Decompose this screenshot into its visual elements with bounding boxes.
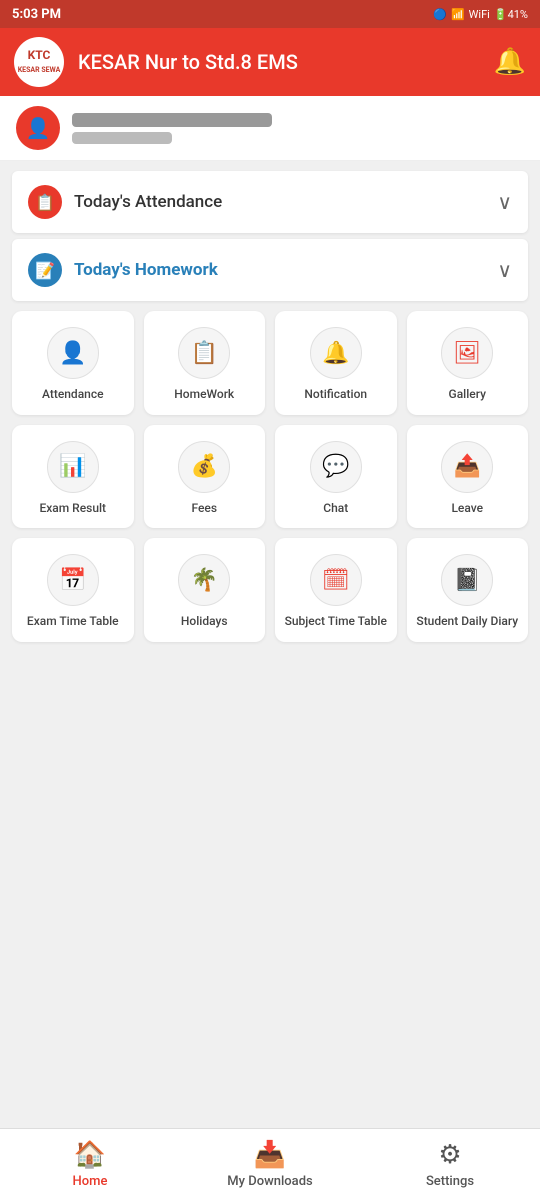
status-time: 5:03 PM bbox=[12, 7, 61, 22]
homework-chevron-icon: ∨ bbox=[497, 258, 512, 282]
nav-downloads[interactable]: 📥 My Downloads bbox=[180, 1129, 360, 1200]
bluetooth-icon: 🔵 bbox=[433, 8, 447, 21]
fees-icon: 💰 bbox=[178, 441, 230, 493]
grid-item-fees[interactable]: 💰 Fees bbox=[144, 425, 266, 529]
nav-home[interactable]: 🏠 Home bbox=[0, 1129, 180, 1200]
grid-item-chat[interactable]: 💬 Chat bbox=[275, 425, 397, 529]
chat-icon: 💬 bbox=[310, 441, 362, 493]
homework-label: Today's Homework bbox=[74, 260, 218, 280]
settings-icon: ⚙ bbox=[438, 1140, 461, 1170]
header-title: KESAR Nur to Std.8 EMS bbox=[78, 50, 494, 74]
leave-icon: 📤 bbox=[441, 441, 493, 493]
home-icon: 🏠 bbox=[74, 1140, 106, 1170]
nav-home-label: Home bbox=[73, 1174, 108, 1189]
exam-result-label: Exam Result bbox=[39, 501, 106, 517]
logo-line2: KESAR SEWA bbox=[18, 66, 61, 74]
attendance-accordion[interactable]: 📋 Today's Attendance ∨ bbox=[12, 171, 528, 233]
holidays-icon: 🌴 bbox=[178, 554, 230, 606]
user-avatar-icon: 👤 bbox=[26, 116, 51, 140]
user-name-blurred bbox=[72, 113, 272, 127]
homework-icon: 📋 bbox=[178, 327, 230, 379]
downloads-icon: 📥 bbox=[254, 1140, 286, 1170]
student-daily-diary-label: Student Daily Diary bbox=[416, 614, 518, 630]
nav-downloads-label: My Downloads bbox=[227, 1174, 312, 1189]
homework-label: HomeWork bbox=[174, 387, 234, 403]
app-logo: KTC KESAR SEWA bbox=[14, 37, 64, 87]
grid-item-attendance[interactable]: 👤 Attendance bbox=[12, 311, 134, 415]
grid-item-gallery[interactable]: 🖼 Gallery bbox=[407, 311, 529, 415]
exam-time-table-label: Exam Time Table bbox=[27, 614, 119, 630]
gallery-icon: 🖼 bbox=[441, 327, 493, 379]
attendance-icon: 👤 bbox=[47, 327, 99, 379]
chat-label: Chat bbox=[323, 501, 348, 517]
nav-settings-label: Settings bbox=[426, 1174, 474, 1189]
notification-label: Notification bbox=[304, 387, 367, 403]
homework-accordion[interactable]: 📝 Today's Homework ∨ bbox=[12, 239, 528, 301]
exam-time-table-icon: 📅 bbox=[47, 554, 99, 606]
nav-settings[interactable]: ⚙ Settings bbox=[360, 1129, 540, 1200]
grid-item-notification[interactable]: 🔔 Notification bbox=[275, 311, 397, 415]
attendance-chevron-icon: ∨ bbox=[497, 190, 512, 214]
holidays-label: Holidays bbox=[181, 614, 228, 630]
grid-item-subject-time-table[interactable]: 🗓 Subject Time Table bbox=[275, 538, 397, 642]
attendance-label: Today's Attendance bbox=[74, 192, 222, 212]
user-avatar: 👤 bbox=[16, 106, 60, 150]
grid-item-holidays[interactable]: 🌴 Holidays bbox=[144, 538, 266, 642]
attendance-label: Attendance bbox=[42, 387, 104, 403]
grid-item-exam-result[interactable]: 📊 Exam Result bbox=[12, 425, 134, 529]
status-bar: 5:03 PM 🔵 📶 WiFi 🔋41% bbox=[0, 0, 540, 28]
attendance-icon: 📋 bbox=[28, 185, 62, 219]
user-details bbox=[72, 113, 524, 144]
subject-time-table-icon: 🗓 bbox=[310, 554, 362, 606]
signal-icon: 📶 bbox=[451, 8, 465, 21]
battery-icon: 🔋41% bbox=[494, 8, 528, 21]
bell-icon[interactable]: 🔔 bbox=[494, 47, 526, 77]
app-header: KTC KESAR SEWA KESAR Nur to Std.8 EMS 🔔 bbox=[0, 28, 540, 96]
grid-item-homework[interactable]: 📋 HomeWork bbox=[144, 311, 266, 415]
status-icons: 🔵 📶 WiFi 🔋41% bbox=[433, 8, 528, 21]
bottom-navigation: 🏠 Home 📥 My Downloads ⚙ Settings bbox=[0, 1128, 540, 1200]
logo-line1: KTC bbox=[28, 48, 51, 62]
grid-container: 👤 Attendance 📋 HomeWork 🔔 Notification 🖼 Galler… bbox=[12, 311, 528, 642]
subject-time-table-label: Subject Time Table bbox=[285, 614, 387, 630]
notification-icon: 🔔 bbox=[310, 327, 362, 379]
student-daily-diary-icon: 📓 bbox=[441, 554, 493, 606]
wifi-icon: WiFi bbox=[469, 8, 490, 21]
gallery-label: Gallery bbox=[449, 387, 486, 403]
fees-label: Fees bbox=[191, 501, 217, 517]
grid-item-student-daily-diary[interactable]: 📓 Student Daily Diary bbox=[407, 538, 529, 642]
leave-label: Leave bbox=[451, 501, 483, 517]
user-info-bar: 👤 bbox=[0, 96, 540, 161]
grid-item-leave[interactable]: 📤 Leave bbox=[407, 425, 529, 529]
feature-grid: 👤 Attendance 📋 HomeWork 🔔 Notification 🖼 Galler… bbox=[12, 311, 528, 642]
exam-result-icon: 📊 bbox=[47, 441, 99, 493]
user-sub-blurred bbox=[72, 132, 172, 144]
grid-item-exam-time-table[interactable]: 📅 Exam Time Table bbox=[12, 538, 134, 642]
homework-icon: 📝 bbox=[28, 253, 62, 287]
